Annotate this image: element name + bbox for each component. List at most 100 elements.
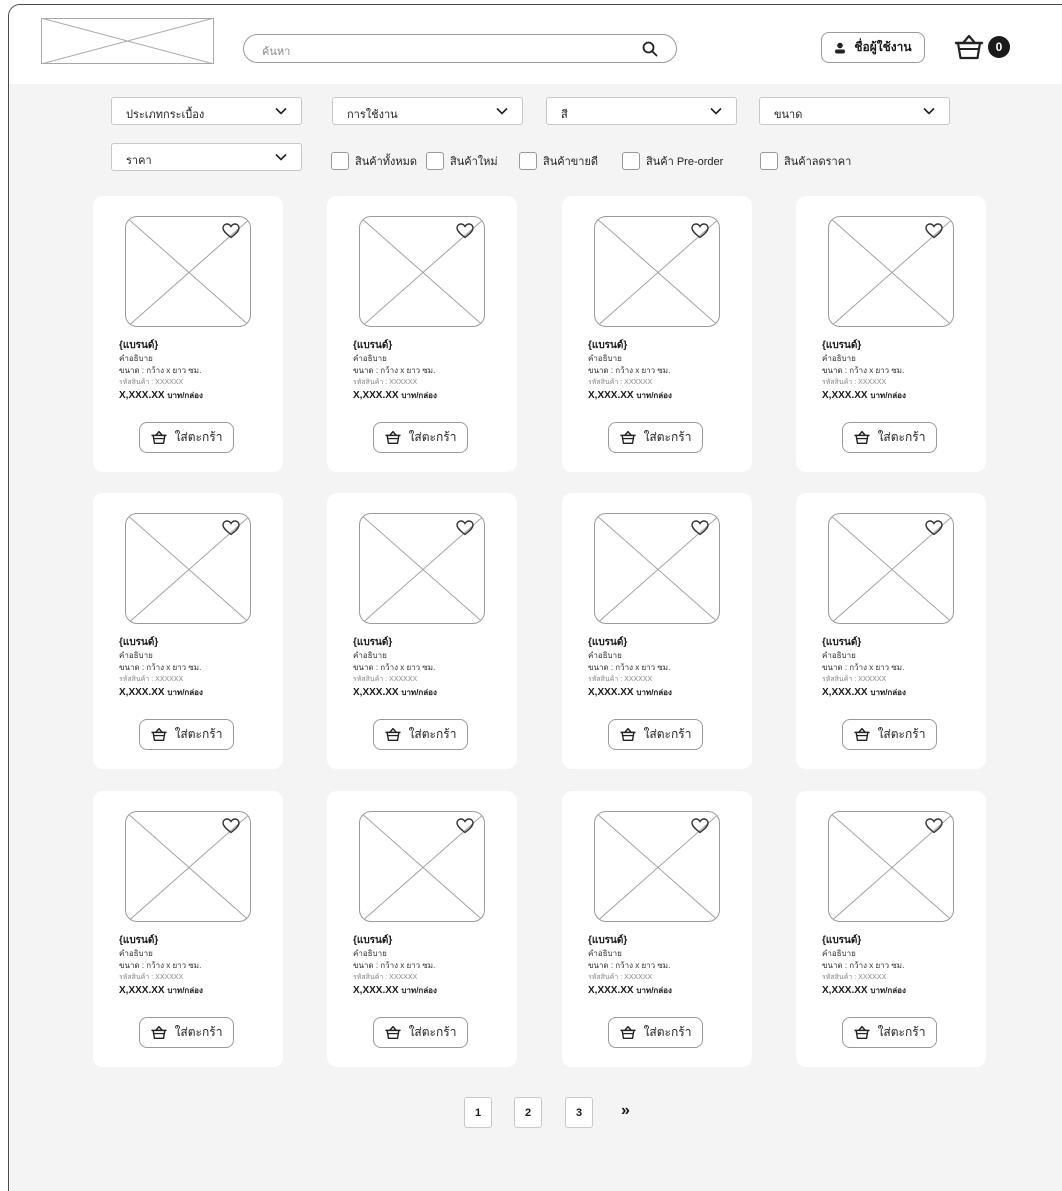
heart-icon[interactable] bbox=[691, 520, 709, 536]
product-image[interactable] bbox=[594, 216, 720, 327]
page-3-button[interactable]: 3 bbox=[565, 1097, 593, 1128]
price-value: X,XXX.XX bbox=[822, 687, 868, 698]
product-brand[interactable]: {แบรนด์} bbox=[353, 933, 392, 948]
logo-placeholder[interactable] bbox=[41, 18, 214, 64]
basket-icon bbox=[384, 727, 401, 742]
page-2-button[interactable]: 2 bbox=[514, 1097, 542, 1128]
basket-icon bbox=[853, 430, 870, 445]
product-image[interactable] bbox=[125, 811, 251, 922]
product-brand[interactable]: {แบรนด์} bbox=[353, 635, 392, 650]
filter-tile-type-label: ประเภทกระเบื้อง bbox=[126, 109, 205, 121]
user-name: ชื่อผู้ใช้งาน bbox=[854, 40, 912, 54]
product-size: ขนาด : กว้าง x ยาว ซม. bbox=[353, 663, 436, 672]
filter-price[interactable]: ราคา bbox=[111, 143, 302, 171]
product-code: รหัสสินค้า : XXXXXX bbox=[119, 379, 184, 386]
product-card[interactable]: {แบรนด์} คำอธิบาย ขนาด : กว้าง x ยาว ซม.… bbox=[327, 791, 517, 1067]
checkbox[interactable] bbox=[331, 152, 349, 170]
add-to-cart-button[interactable]: ใส่ตะกร้า bbox=[373, 422, 468, 453]
product-brand[interactable]: {แบรนด์} bbox=[119, 933, 158, 948]
product-price: X,XXX.XX บาท/กล่อง bbox=[822, 389, 906, 402]
checkbox[interactable] bbox=[426, 152, 444, 170]
product-image[interactable] bbox=[594, 811, 720, 922]
user-button[interactable]: ชื่อผู้ใช้งาน bbox=[821, 32, 925, 63]
product-code: รหัสสินค้า : XXXXXX bbox=[588, 379, 653, 386]
product-card[interactable]: {แบรนด์} คำอธิบาย ขนาด : กว้าง x ยาว ซม.… bbox=[562, 791, 752, 1067]
filter-usage[interactable]: การใช้งาน bbox=[332, 97, 523, 125]
page-1-button[interactable]: 1 bbox=[464, 1097, 492, 1128]
checkbox[interactable] bbox=[519, 152, 537, 170]
next-page-button[interactable]: » bbox=[621, 1102, 630, 1120]
product-brand[interactable]: {แบรนด์} bbox=[588, 338, 627, 353]
heart-icon[interactable] bbox=[456, 818, 474, 834]
product-image[interactable] bbox=[359, 216, 485, 327]
price-unit: บาท/กล่อง bbox=[636, 391, 672, 400]
product-brand[interactable]: {แบรนด์} bbox=[822, 635, 861, 650]
add-to-cart-button[interactable]: ใส่ตะกร้า bbox=[608, 422, 703, 453]
checkbox[interactable] bbox=[760, 152, 778, 170]
product-brand[interactable]: {แบรนด์} bbox=[119, 635, 158, 650]
heart-icon[interactable] bbox=[925, 818, 943, 834]
product-card[interactable]: {แบรนด์} คำอธิบาย ขนาด : กว้าง x ยาว ซม.… bbox=[327, 196, 517, 472]
heart-icon[interactable] bbox=[691, 818, 709, 834]
product-brand[interactable]: {แบรนด์} bbox=[588, 933, 627, 948]
heart-icon[interactable] bbox=[222, 520, 240, 536]
heart-icon[interactable] bbox=[222, 818, 240, 834]
heart-icon[interactable] bbox=[456, 223, 474, 239]
checkbox-on-sale[interactable]: สินค้าลดราคา bbox=[760, 150, 851, 172]
add-to-cart-button[interactable]: ใส่ตะกร้า bbox=[139, 719, 234, 750]
add-to-cart-button[interactable]: ใส่ตะกร้า bbox=[842, 422, 937, 453]
heart-icon[interactable] bbox=[456, 520, 474, 536]
product-card[interactable]: {แบรนด์} คำอธิบาย ขนาด : กว้าง x ยาว ซม.… bbox=[796, 196, 986, 472]
product-image[interactable] bbox=[359, 513, 485, 624]
search-input[interactable]: ค้นหา bbox=[262, 42, 290, 60]
product-image[interactable] bbox=[828, 811, 954, 922]
search-bar[interactable]: ค้นหา bbox=[243, 34, 677, 63]
filter-size[interactable]: ขนาด bbox=[759, 97, 950, 125]
product-card[interactable]: {แบรนด์} คำอธิบาย ขนาด : กว้าง x ยาว ซม.… bbox=[796, 791, 986, 1067]
checkbox-pre-order[interactable]: สินค้า Pre-order bbox=[622, 150, 723, 172]
product-image[interactable] bbox=[125, 216, 251, 327]
checkbox[interactable] bbox=[622, 152, 640, 170]
search-icon[interactable] bbox=[642, 41, 658, 57]
add-to-cart-button[interactable]: ใส่ตะกร้า bbox=[139, 1017, 234, 1048]
add-to-cart-button[interactable]: ใส่ตะกร้า bbox=[373, 719, 468, 750]
heart-icon[interactable] bbox=[925, 223, 943, 239]
product-brand[interactable]: {แบรนด์} bbox=[588, 635, 627, 650]
product-image[interactable] bbox=[594, 513, 720, 624]
product-card[interactable]: {แบรนด์} คำอธิบาย ขนาด : กว้าง x ยาว ซม.… bbox=[562, 196, 752, 472]
product-brand[interactable]: {แบรนด์} bbox=[119, 338, 158, 353]
product-card[interactable]: {แบรนด์} คำอธิบาย ขนาด : กว้าง x ยาว ซม.… bbox=[796, 493, 986, 769]
filter-color[interactable]: สี bbox=[546, 97, 737, 125]
chevron-down-icon bbox=[275, 107, 287, 115]
add-to-cart-button[interactable]: ใส่ตะกร้า bbox=[139, 422, 234, 453]
price-value: X,XXX.XX bbox=[353, 390, 399, 401]
heart-icon[interactable] bbox=[925, 520, 943, 536]
product-image[interactable] bbox=[359, 811, 485, 922]
product-brand[interactable]: {แบรนด์} bbox=[822, 933, 861, 948]
add-to-cart-label: ใส่ตะกร้า bbox=[174, 1025, 223, 1039]
heart-icon[interactable] bbox=[691, 223, 709, 239]
product-card[interactable]: {แบรนด์} คำอธิบาย ขนาด : กว้าง x ยาว ซม.… bbox=[93, 196, 283, 472]
add-to-cart-button[interactable]: ใส่ตะกร้า bbox=[842, 1017, 937, 1048]
product-card[interactable]: {แบรนด์} คำอธิบาย ขนาด : กว้าง x ยาว ซม.… bbox=[93, 493, 283, 769]
product-image[interactable] bbox=[828, 216, 954, 327]
product-card[interactable]: {แบรนด์} คำอธิบาย ขนาด : กว้าง x ยาว ซม.… bbox=[327, 493, 517, 769]
add-to-cart-button[interactable]: ใส่ตะกร้า bbox=[608, 719, 703, 750]
heart-icon[interactable] bbox=[222, 223, 240, 239]
checkbox-best-sellers[interactable]: สินค้าขายดี bbox=[519, 150, 598, 172]
product-image[interactable] bbox=[828, 513, 954, 624]
product-card[interactable]: {แบรนด์} คำอธิบาย ขนาด : กว้าง x ยาว ซม.… bbox=[93, 791, 283, 1067]
product-image[interactable] bbox=[125, 513, 251, 624]
checkbox-all-products[interactable]: สินค้าทั้งหมด bbox=[331, 150, 417, 172]
add-to-cart-button[interactable]: ใส่ตะกร้า bbox=[608, 1017, 703, 1048]
basket-icon[interactable] bbox=[954, 33, 984, 61]
filter-tile-type[interactable]: ประเภทกระเบื้อง bbox=[111, 97, 302, 125]
add-to-cart-button[interactable]: ใส่ตะกร้า bbox=[842, 719, 937, 750]
add-to-cart-button[interactable]: ใส่ตะกร้า bbox=[373, 1017, 468, 1048]
product-brand[interactable]: {แบรนด์} bbox=[822, 338, 861, 353]
checkbox-new-products[interactable]: สินค้าใหม่ bbox=[426, 150, 498, 172]
cart-button[interactable]: 0 bbox=[954, 33, 1010, 61]
product-brand[interactable]: {แบรนด์} bbox=[353, 338, 392, 353]
product-card[interactable]: {แบรนด์} คำอธิบาย ขนาด : กว้าง x ยาว ซม.… bbox=[562, 493, 752, 769]
filter-size-label: ขนาด bbox=[774, 109, 803, 121]
